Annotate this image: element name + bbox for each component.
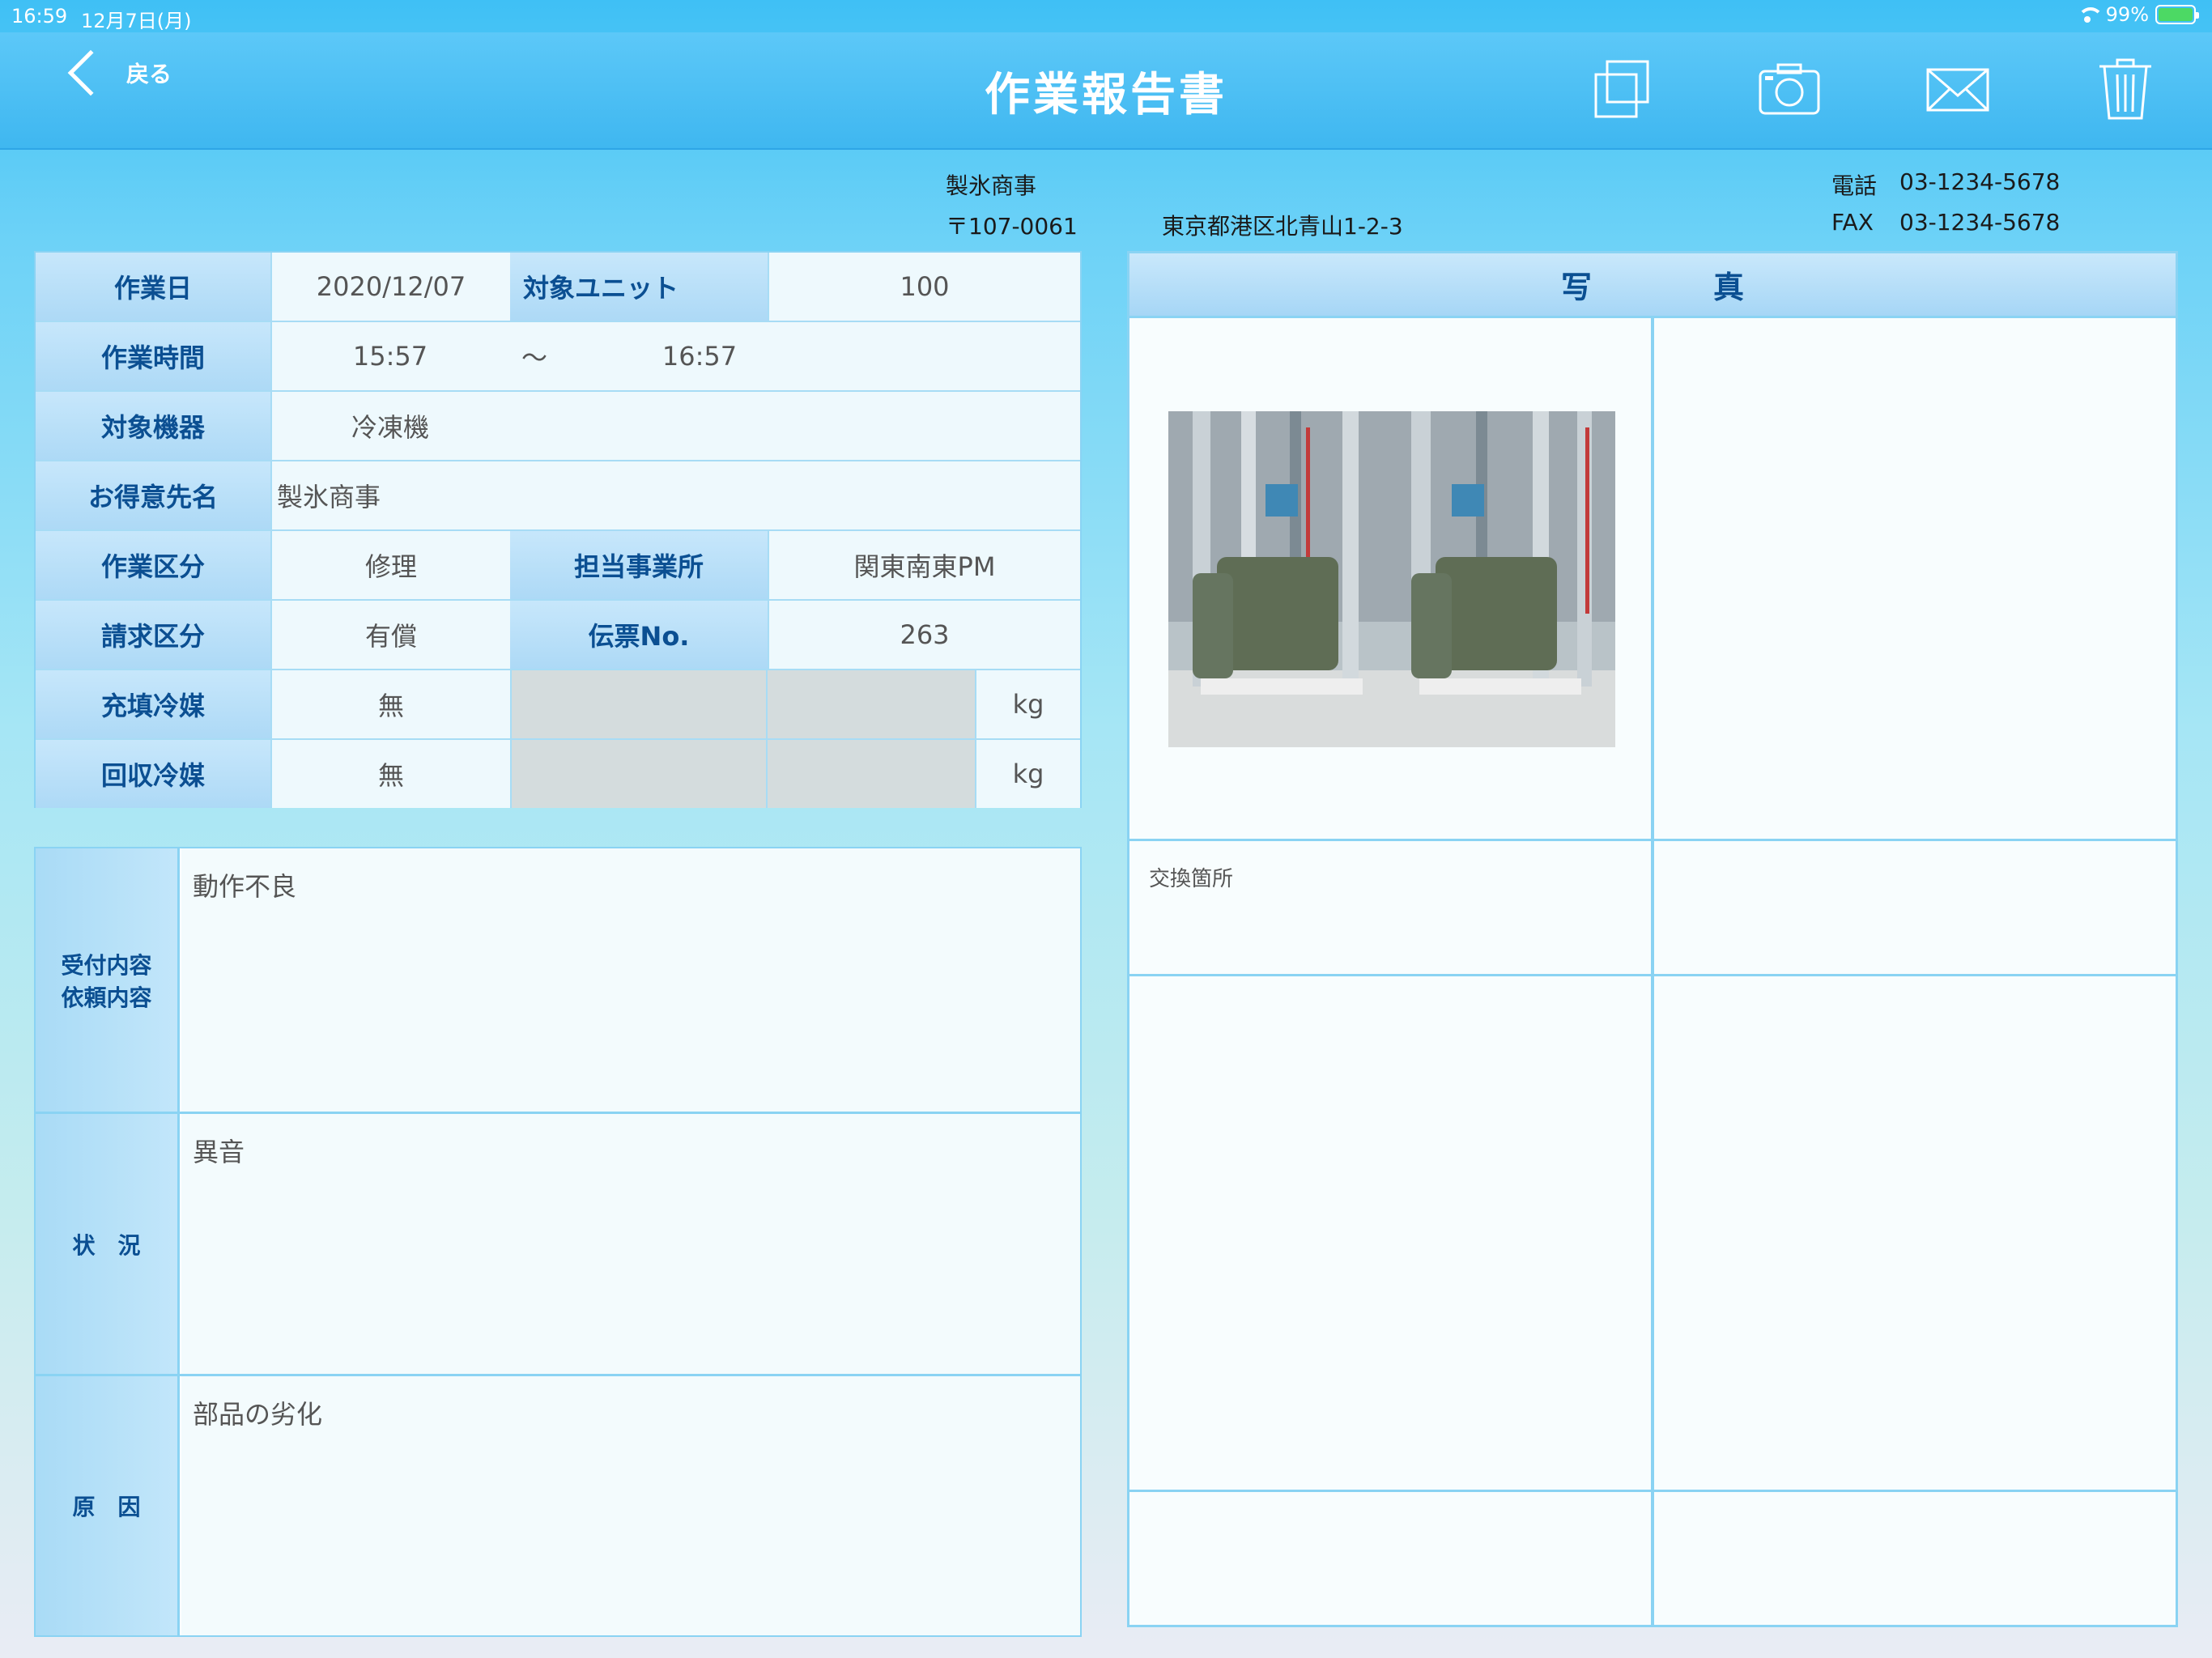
company-address: 東京都港区北青山1-2-3 [1162,213,1403,240]
request-textarea[interactable]: 動作不良 [181,848,1080,1112]
battery-percent: 99% [2105,3,2149,26]
company-postal: 〒107-0061 [946,213,1078,240]
customer-field[interactable]: 製氷商事 [270,461,1080,529]
row-work-type: 作業区分 修理 担当事業所 関東南東PM [36,531,1080,601]
mail-icon [1926,68,1989,112]
request-label-line1: 受付内容 [61,951,152,979]
end-time-field[interactable]: 16:57 [602,322,797,390]
work-type-field[interactable]: 修理 [270,531,510,599]
status-time: 16:59 [11,5,68,28]
photo-divider-1 [1129,839,2176,841]
row-work-date: 作業日 2020/12/07 対象ユニット 100 [36,253,1080,322]
mail-button[interactable] [1925,57,1990,121]
recover-label: 回収冷媒 [36,740,270,808]
request-label-line2: 依頼内容 [61,984,152,1011]
row-recover: 回収冷媒 無 kg [36,740,1080,810]
work-time-label: 作業時間 [36,322,270,390]
start-time-field[interactable]: 15:57 [270,322,510,390]
exchange-label: 交換箇所 [1149,867,1234,891]
camera-icon [1759,63,1820,115]
photo-slot-1[interactable] [1129,321,1649,837]
copy-button[interactable] [1591,57,1656,121]
unit-field[interactable]: 100 [768,253,1080,321]
time-separator: 〜 [521,342,547,373]
work-type-label: 作業区分 [36,531,270,599]
customer-label: お得意先名 [36,461,270,529]
row-work-time: 作業時間 15:57 〜 16:57 [36,322,1080,392]
equipment-label: 対象機器 [36,392,270,460]
status-textarea[interactable]: 異音 [181,1114,1080,1374]
request-section: 受付内容 依頼内容 動作不良 [36,848,1080,1114]
cause-textarea[interactable]: 部品の劣化 [181,1376,1080,1635]
battery-icon [2155,5,2199,24]
row-equipment: 対象機器 冷凍機 [36,392,1080,461]
fax-number: 03-1234-5678 [1899,209,2061,236]
tel-number: 03-1234-5678 [1899,168,2061,195]
company-info: 製氷商事 〒107-0061 東京都港区北青山1-2-3 電話 03-1234-… [0,162,2212,243]
status-bar: 16:59 12月7日(月) 99% [0,0,2212,32]
fax-label: FAX [1831,209,1874,236]
slip-field[interactable]: 263 [768,601,1080,669]
recover-amount-field[interactable] [766,740,975,808]
photo-panel: 写真 交換箇所 [1127,251,2178,1627]
photo-divider-3 [1129,1490,2176,1492]
refill-type-field[interactable] [510,670,766,738]
report-notes: 受付内容 依頼内容 動作不良 状 況 異音 原 因 部品の劣化 [34,847,1082,1637]
billing-label: 請求区分 [36,601,270,669]
work-date-label: 作業日 [36,253,270,321]
report-info-table: 作業日 2020/12/07 対象ユニット 100 作業時間 15:57 〜 1… [34,251,1082,808]
cause-label: 原 因 [36,1376,180,1635]
office-field[interactable]: 関東南東PM [768,531,1080,599]
row-refill: 充填冷媒 無 kg [36,670,1080,740]
refill-unit: kg [975,670,1080,738]
unit-label: 対象ユニット [510,253,768,321]
wifi-icon [2075,6,2104,23]
nav-bar: 戻る 作業報告書 [0,32,2212,150]
work-date-field[interactable]: 2020/12/07 [270,253,510,321]
recover-type-field[interactable] [510,740,766,808]
refill-label: 充填冷媒 [36,670,270,738]
equipment-field[interactable]: 冷凍機 [270,392,510,460]
trash-icon [2099,58,2151,120]
photo-slot-3[interactable] [1129,976,1649,1488]
tel-label: 電話 [1831,172,1878,199]
copy-icon [1594,60,1649,118]
office-label: 担当事業所 [510,531,768,599]
photo-slot-2[interactable] [1654,321,2176,837]
delete-button[interactable] [2093,57,2158,121]
status-right: 99% [2075,3,2199,26]
photo-header: 写真 [1129,253,2176,318]
row-billing: 請求区分 有償 伝票No. 263 [36,601,1080,670]
refill-field[interactable]: 無 [270,670,510,738]
recover-unit: kg [975,740,1080,808]
status-label: 状 況 [36,1114,180,1374]
status-date: 12月7日(月) [81,10,192,32]
cause-section: 原 因 部品の劣化 [36,1376,1080,1635]
billing-field[interactable]: 有償 [270,601,510,669]
camera-button[interactable] [1757,57,1822,121]
recover-field[interactable]: 無 [270,740,510,808]
row-customer: お得意先名 製氷商事 [36,461,1080,531]
page-title: 作業報告書 [985,69,1227,121]
status-section: 状 況 異音 [36,1114,1080,1376]
slip-label: 伝票No. [510,601,768,669]
photo-slot-4[interactable] [1654,976,2176,1488]
company-name: 製氷商事 [946,172,1037,199]
request-label: 受付内容 依頼内容 [36,848,180,1112]
refill-amount-field[interactable] [766,670,975,738]
